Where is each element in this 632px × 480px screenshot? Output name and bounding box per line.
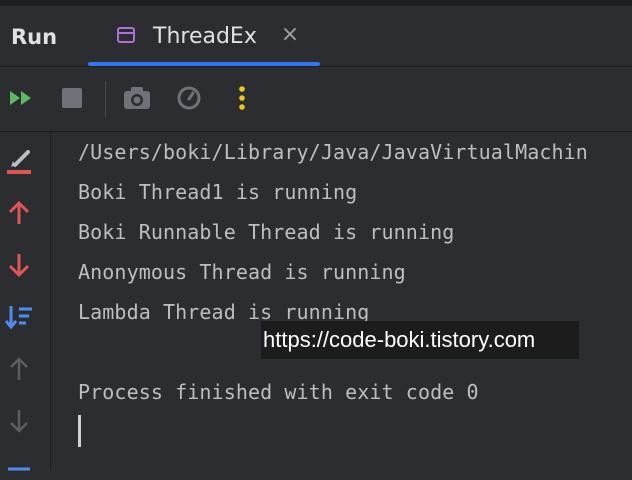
watermark: https://code-boki.tistory.com bbox=[261, 321, 579, 359]
run-toolbar bbox=[0, 67, 632, 131]
next-occurrence-button[interactable] bbox=[4, 406, 34, 436]
soft-wrap-icon bbox=[7, 150, 31, 174]
text-caret bbox=[78, 415, 81, 447]
tab-threadex[interactable]: ThreadEx × bbox=[88, 6, 320, 66]
tool-window-title: Run bbox=[11, 25, 58, 49]
console-line: Process finished with exit code 0 bbox=[78, 380, 479, 404]
performance-button[interactable] bbox=[172, 81, 206, 115]
console-output[interactable]: /Users/boki/Library/Java/JavaVirtualMach… bbox=[51, 132, 632, 470]
scroll-up-button[interactable] bbox=[4, 198, 34, 228]
stop-icon bbox=[62, 88, 82, 108]
list-button[interactable] bbox=[4, 450, 34, 480]
scroll-down-button[interactable] bbox=[4, 250, 34, 280]
toolbar-separator bbox=[105, 81, 106, 117]
rerun-icon bbox=[10, 91, 31, 105]
gauge-icon bbox=[177, 86, 201, 110]
tab-label: ThreadEx bbox=[153, 24, 257, 49]
console-line: Boki Thread1 is running bbox=[78, 180, 358, 204]
sort-icon bbox=[5, 306, 32, 330]
list-icon bbox=[8, 467, 30, 471]
console-line: /Users/boki/Library/Java/JavaVirtualMach… bbox=[78, 140, 588, 164]
previous-occurrence-button[interactable] bbox=[4, 354, 34, 384]
stop-button[interactable] bbox=[55, 81, 89, 115]
console-line: Anonymous Thread is running bbox=[78, 260, 406, 284]
arrow-down-icon bbox=[10, 410, 28, 433]
clear-console-button[interactable] bbox=[4, 146, 34, 176]
rerun-button[interactable] bbox=[4, 81, 38, 115]
console-side-toolbar bbox=[0, 132, 50, 471]
arrow-up-icon bbox=[8, 200, 30, 224]
arrow-up-icon bbox=[10, 357, 28, 380]
close-icon[interactable]: × bbox=[279, 23, 301, 47]
more-options-button[interactable] bbox=[225, 81, 259, 115]
screenshot-button[interactable] bbox=[120, 81, 154, 115]
arrow-down-icon bbox=[8, 254, 30, 278]
console-line: Boki Runnable Thread is running bbox=[78, 220, 455, 244]
camera-icon bbox=[124, 87, 150, 109]
sort-button[interactable] bbox=[4, 302, 34, 332]
tool-window-header: Run ThreadEx × bbox=[0, 6, 632, 66]
class-icon bbox=[117, 27, 135, 43]
more-vertical-icon bbox=[239, 86, 245, 110]
